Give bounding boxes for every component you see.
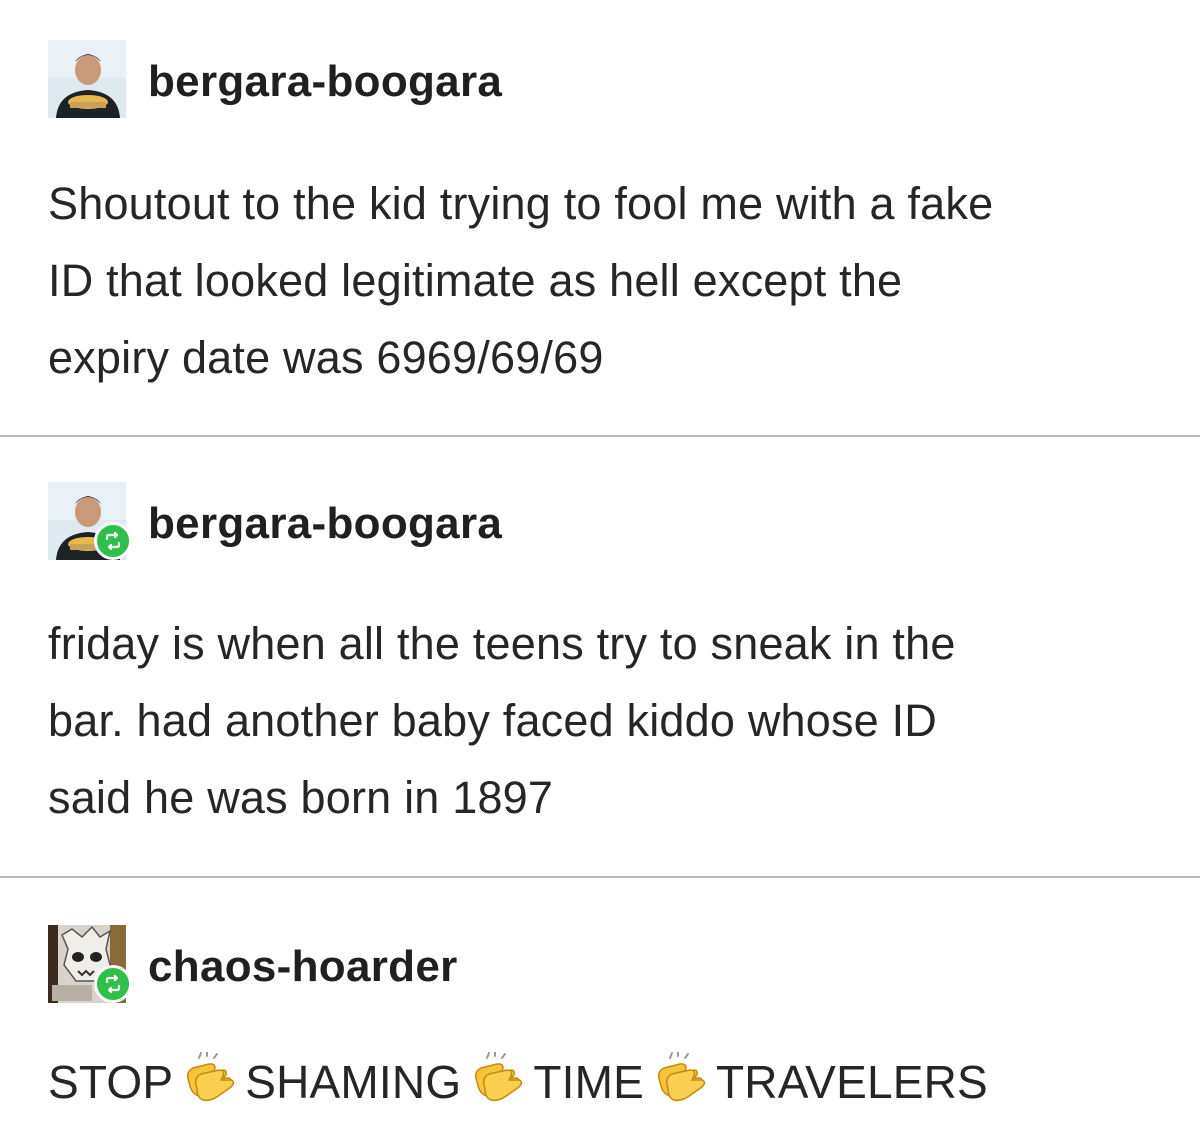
post-body-word: TRAVELERS [716,1056,988,1108]
post-body-line: expiry date was 6969/69/69 [48,332,604,383]
post-username[interactable]: bergara-boogara [148,500,502,548]
post-body-line: ID that looked legitimate as hell except… [48,255,903,306]
post-body-word: SHAMING [245,1056,462,1108]
post-body-line: Shoutout to the kid trying to fool me wi… [48,178,994,229]
reblog-badge [94,965,132,1003]
post-username[interactable]: bergara-boogara [148,58,502,106]
clapping-hands-icon [467,1052,527,1104]
post-body: STOP SHAMING TIME TRAVELERS [48,1046,1168,1118]
post-original: bergara-boogara Shoutout to the kid tryi… [0,0,1200,436]
post-header: chaos-hoarder [48,925,948,1007]
post-body: Shoutout to the kid trying to fool me wi… [48,165,1168,396]
post-body: friday is when all the teens try to snea… [48,605,1168,836]
reblog-icon [105,974,121,994]
post-body-line: friday is when all the teens try to snea… [48,618,956,669]
post-header: bergara-boogara [48,482,948,564]
clapping-hands-icon [650,1052,710,1104]
reblog-badge [94,522,132,560]
post-username[interactable]: chaos-hoarder [148,943,458,991]
profile-photo-man-icon [48,40,126,118]
reblog-icon [105,531,121,551]
post-reblog-1: bergara-boogara friday is when all the t… [0,437,1200,877]
avatar[interactable] [48,40,126,118]
post-body-line: said he was born in 1897 [48,772,554,823]
post-body-word: STOP [48,1056,174,1108]
post-body-word: TIME [533,1056,644,1108]
clapping-hands-icon [179,1052,239,1104]
post-reblog-2: chaos-hoarder STOP SHAMING TIME TRAVELER… [0,878,1200,1142]
post-body-line: bar. had another baby faced kiddo whose … [48,695,937,746]
post-header: bergara-boogara [48,40,948,122]
